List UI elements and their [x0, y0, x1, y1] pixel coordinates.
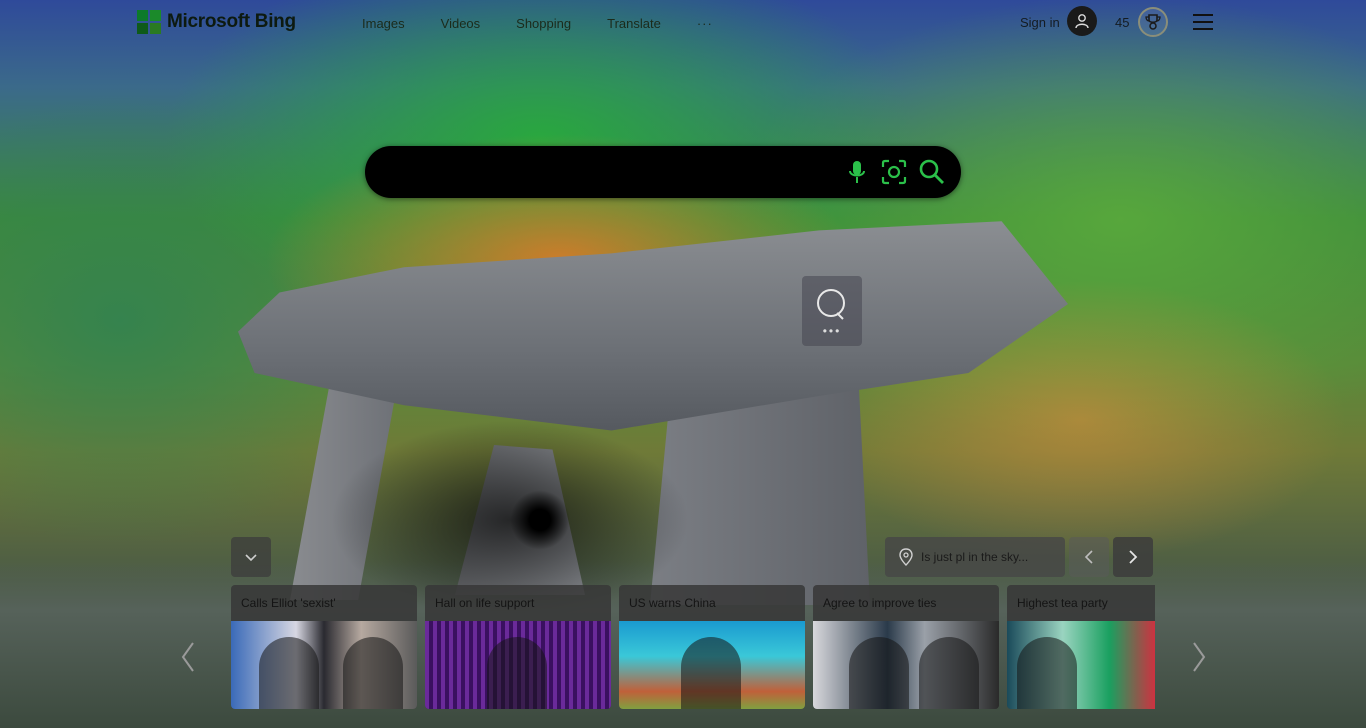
menu-button[interactable] — [1193, 14, 1213, 30]
search-icon — [919, 159, 944, 184]
user-icon — [1075, 14, 1089, 29]
news-card-title: Hall on life support — [435, 596, 535, 610]
menu-icon-line — [1193, 28, 1213, 30]
previous-image-button[interactable] — [1069, 537, 1109, 577]
chevron-right-icon — [1129, 550, 1138, 564]
hotspot-dots: ••• — [822, 324, 842, 338]
news-card-image — [231, 621, 417, 709]
news-card[interactable]: Highest tea party — [1007, 585, 1155, 709]
carousel-prev-button[interactable] — [178, 640, 198, 674]
brand-name: Microsoft Bing — [167, 11, 296, 32]
news-carousel: Calls Elliot 'sexist' Hall on life suppo… — [231, 585, 1155, 710]
carousel-next-button[interactable] — [1189, 640, 1209, 674]
microsoft-logo-icon — [137, 10, 161, 34]
news-card-title: Agree to improve ties — [823, 596, 937, 610]
collapse-button[interactable] — [231, 537, 271, 577]
news-card-image — [1007, 621, 1155, 709]
menu-icon-line — [1193, 21, 1213, 23]
header: Microsoft Bing Images Videos Shopping Tr… — [0, 0, 1366, 46]
nav-translate[interactable]: Translate — [607, 16, 661, 31]
trophy-icon — [1145, 14, 1161, 30]
search-box — [365, 146, 961, 198]
news-card-title: Calls Elliot 'sexist' — [241, 596, 336, 610]
news-card[interactable]: Calls Elliot 'sexist' — [231, 585, 417, 709]
news-card[interactable]: US warns China — [619, 585, 805, 709]
location-pin-icon — [899, 548, 913, 566]
next-image-button[interactable] — [1113, 537, 1153, 577]
image-info-button[interactable]: Is just pl in the sky... — [885, 537, 1065, 577]
avatar[interactable] — [1067, 6, 1097, 36]
microphone-button[interactable] — [843, 158, 871, 186]
microphone-icon — [849, 161, 865, 183]
menu-icon-line — [1193, 14, 1213, 16]
nav-shopping[interactable]: Shopping — [516, 16, 571, 31]
nav-videos[interactable]: Videos — [441, 16, 481, 31]
rewards-button[interactable] — [1138, 7, 1168, 37]
news-card[interactable]: Hall on life support — [425, 585, 611, 709]
chevron-right-icon — [1193, 642, 1206, 672]
nav-images[interactable]: Images — [362, 16, 405, 31]
chevron-left-icon — [181, 642, 194, 672]
news-card-image — [813, 621, 999, 709]
news-card-image — [619, 621, 805, 709]
sign-in-link[interactable]: Sign in — [1020, 15, 1060, 30]
news-card-title: Highest tea party — [1017, 596, 1108, 610]
bing-logo[interactable]: Microsoft Bing — [137, 10, 296, 34]
news-card[interactable]: Agree to improve ties — [813, 585, 999, 709]
chevron-left-icon — [1084, 550, 1093, 564]
hotspot-search-icon — [817, 289, 845, 320]
visual-search-icon — [881, 159, 907, 185]
news-card-title: US warns China — [629, 596, 716, 610]
visual-search-button[interactable] — [880, 158, 908, 186]
background-sunburst — [510, 490, 570, 550]
chevron-down-icon — [245, 554, 257, 562]
top-nav: Images Videos Shopping Translate ··· — [362, 16, 713, 31]
rewards-points[interactable]: 45 — [1115, 15, 1129, 30]
image-info-text: Is just pl in the sky... — [921, 550, 1029, 564]
nav-more[interactable]: ··· — [697, 16, 713, 31]
search-button[interactable] — [918, 158, 946, 186]
search-input[interactable] — [389, 158, 829, 186]
image-hotspot[interactable]: ••• — [802, 276, 862, 346]
news-card-image — [425, 621, 611, 709]
